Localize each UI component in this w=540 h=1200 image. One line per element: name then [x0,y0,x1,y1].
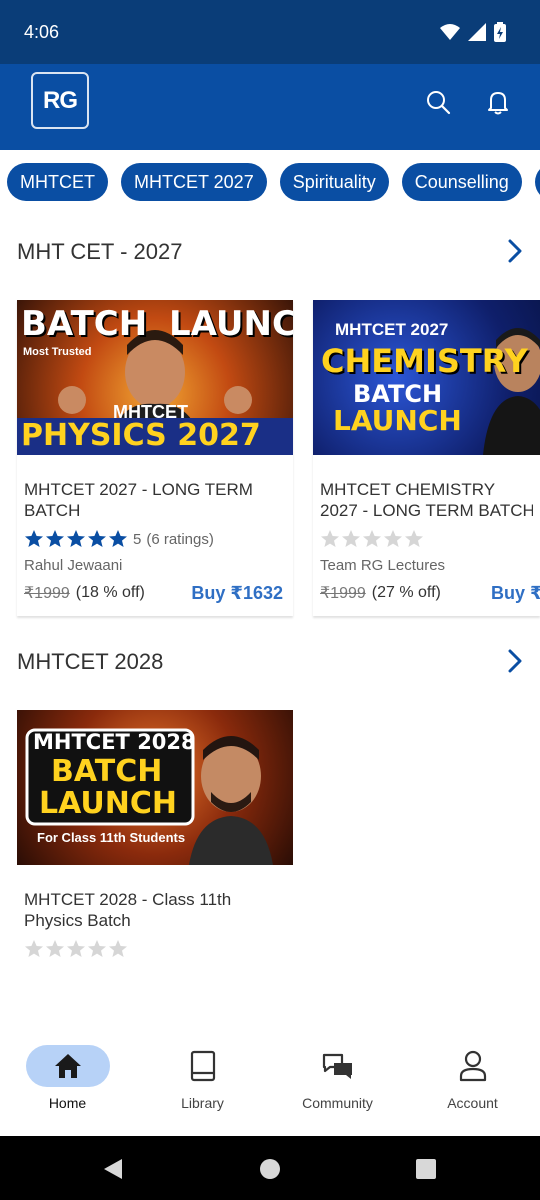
thumb-text: MHTCET 2027 [335,320,449,339]
star-icon [46,530,64,547]
course-thumbnail: MHTCET 2028 BATCH LAUNCH For Class 11th … [17,710,293,865]
chat-icon [322,1053,352,1079]
nav-label: Account [447,1095,498,1111]
status-time: 4:06 [24,22,60,42]
section-title: MHT CET - 2027 [17,239,183,264]
rating-count: (6 ratings) [146,530,214,548]
course-title: MHTCET 2027 - LONG TERM BATCH [24,480,253,520]
notification-bell-icon[interactable] [484,88,512,116]
course-title: MHTCET CHEMISTRY 2027 - LONG TERM BATCH [320,479,533,521]
course-thumbnail: MHTCET 2027 CHEMISTRY BATCH LAUNCH [313,300,540,455]
star-icon [384,530,402,547]
app-header: RG [0,64,540,150]
star-icon [109,940,127,957]
thumb-text: LAUNCH [39,786,178,821]
price-row: ₹1999 (27 % off) Buy ₹1459 [320,582,540,604]
course-author: Rahul Jewaani [24,557,123,574]
price-row: ₹1999 (18 % off) Buy ₹1632 [24,582,293,604]
original-price: ₹1999 [24,585,70,602]
chevron-right-icon[interactable] [506,238,524,264]
thumb-text: CHEMISTRY [321,342,528,380]
chip-counselling[interactable]: Counselling [401,163,522,201]
category-chips: MHTCET MHTCET 2027 Spirituality Counsell… [7,163,540,203]
nav-item-community[interactable]: Community [270,1040,405,1136]
nav-item-home[interactable]: Home [0,1040,135,1136]
nav-icon-wrap [296,1045,380,1087]
search-icon[interactable] [424,88,452,116]
course-thumbnail: BATCH LAUNCH Most Trusted MHTCET PHYSICS… [17,300,293,455]
course-title-line: MHTCET CHEMISTRY 2027 - LONG TERM BATCH [320,480,533,520]
chip-mhtcet-2027[interactable]: MHTCET 2027 [121,163,267,201]
nav-icon-wrap [431,1045,515,1087]
home-circle-icon[interactable] [259,1158,281,1180]
star-icon [109,530,127,547]
star-icon [342,530,360,547]
course-card[interactable]: MHTCET 2027 CHEMISTRY BATCH LAUNCH MHTCE… [313,300,540,616]
nav-active-indicator [25,1045,110,1087]
system-navigation-bar [0,1136,540,1200]
book-icon [190,1050,215,1082]
status-icons [440,22,506,42]
rating-value: 5 [133,530,142,548]
buy-button[interactable]: Buy ₹1459 [491,583,540,604]
wifi-icon [440,24,460,40]
chip-spirituality[interactable]: Spirituality [279,163,389,201]
course-card[interactable]: MHTCET 2028 BATCH LAUNCH For Class 11th … [17,710,293,970]
signal-icon [468,23,486,41]
thumb-text: MHTCET 2028 [33,730,196,754]
nav-icon-wrap [161,1045,245,1087]
back-icon[interactable] [102,1158,124,1180]
buy-button[interactable]: Buy ₹1632 [191,583,283,604]
course-title: MHTCET 2028 - Class 11th Physics Batch [24,890,232,930]
thumb-text: For Class 11th Students [37,830,186,845]
nav-item-account[interactable]: Account [405,1040,540,1136]
thumb-text: BATCH [21,304,148,344]
nav-label: Community [302,1095,373,1111]
status-bar: 4:06 [0,0,540,64]
rating-stars [24,939,293,959]
rating-stars [320,529,540,549]
star-icon [67,940,85,957]
thumb-text: LAUNCH [333,404,462,437]
nav-label: Home [48,1095,87,1111]
section-title: MHTCET 2028 [17,649,164,674]
chevron-right-icon[interactable] [506,648,524,674]
chip-more[interactable] [534,163,540,201]
star-icon [46,940,64,957]
course-author: Team RG Lectures [320,557,446,574]
person-icon [459,1050,486,1082]
thumb-text: LAUNCH [169,304,293,344]
nav-label: Library [181,1095,224,1111]
course-card[interactable]: BATCH LAUNCH Most Trusted MHTCET PHYSICS… [17,300,293,616]
star-icon [321,530,339,547]
star-icon [67,530,85,547]
thumb-text: BATCH [51,754,163,789]
star-icon [88,940,106,957]
star-icon [363,530,381,547]
star-icon [25,530,43,547]
original-price: ₹1999 [320,585,366,602]
home-icon [54,1054,81,1078]
bottom-navigation: Home Library Community Account [0,1040,540,1136]
thumb-text: PHYSICS 2027 [21,418,261,453]
battery-icon [494,22,506,42]
star-icon [25,940,43,957]
recents-icon[interactable] [415,1158,437,1180]
thumb-text: Most Trusted [23,346,92,358]
discount-text: (27 % off) [371,584,441,601]
star-icon [88,530,106,547]
rating-stars: 5 (6 ratings) [24,529,293,549]
nav-item-library[interactable]: Library [135,1040,270,1136]
discount-text: (18 % off) [75,584,145,601]
chip-mhtcet[interactable]: MHTCET [7,163,108,201]
star-icon [405,530,423,547]
app-logo[interactable]: RG [31,72,89,129]
